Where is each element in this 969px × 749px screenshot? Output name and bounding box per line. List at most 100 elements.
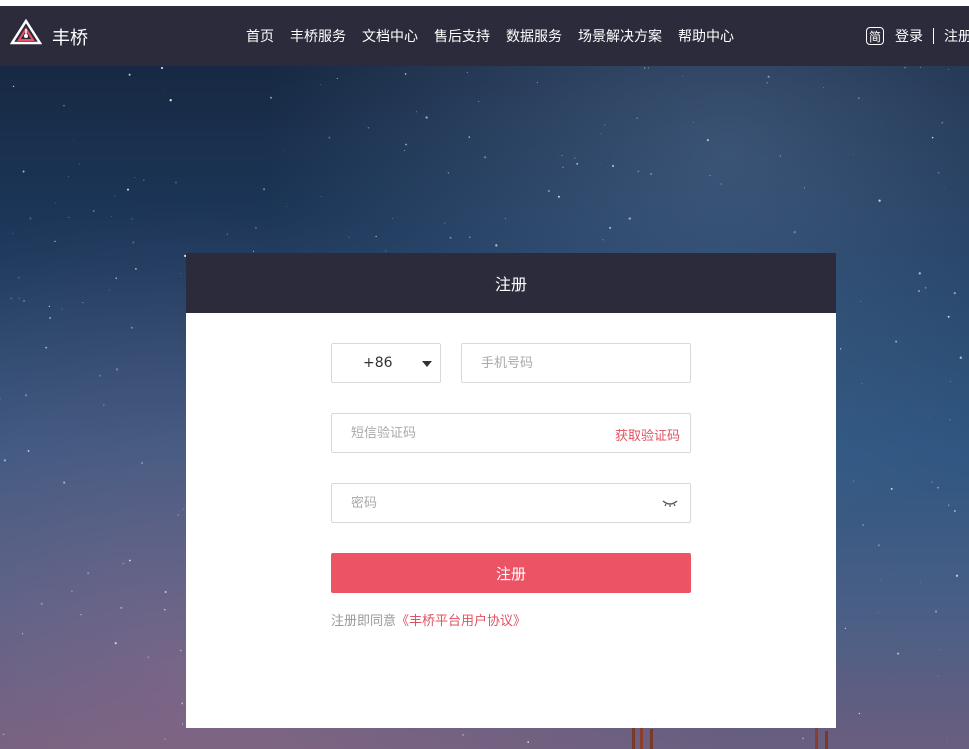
star <box>857 97 860 100</box>
nav-item-home[interactable]: 首页 <box>246 26 274 46</box>
star <box>252 250 255 252</box>
star <box>21 633 24 635</box>
star <box>115 277 117 279</box>
star <box>87 572 90 575</box>
star <box>54 240 56 243</box>
phone-row: +86 <box>331 343 691 383</box>
nav-item-data-services[interactable]: 数据服务 <box>506 26 562 46</box>
star <box>904 66 906 69</box>
star <box>49 317 51 319</box>
star <box>947 315 950 318</box>
star <box>636 117 638 120</box>
star <box>92 209 95 213</box>
star <box>328 136 331 139</box>
star <box>822 86 824 88</box>
star <box>160 66 164 70</box>
nav-item-help[interactable]: 帮助中心 <box>678 26 734 46</box>
star <box>853 480 855 482</box>
star <box>270 96 272 99</box>
login-link[interactable]: 登录 <box>895 26 923 46</box>
star <box>604 124 606 126</box>
star <box>931 136 934 139</box>
brand-name[interactable]: 丰桥 <box>52 24 88 50</box>
star <box>650 173 652 175</box>
star <box>918 272 921 275</box>
star <box>143 179 145 181</box>
star <box>860 300 862 302</box>
star <box>24 394 28 397</box>
star <box>720 183 723 185</box>
star <box>600 133 601 135</box>
star <box>17 276 20 279</box>
star <box>115 368 119 371</box>
star <box>45 346 48 349</box>
star <box>108 289 110 291</box>
star <box>950 381 952 382</box>
nav-item-support[interactable]: 售后支持 <box>434 26 490 46</box>
star <box>180 273 181 275</box>
phone-input[interactable] <box>462 344 690 382</box>
country-code-select[interactable]: +86 <box>331 343 441 383</box>
star <box>484 156 487 159</box>
star <box>536 81 538 84</box>
star <box>284 747 286 749</box>
sms-row: 获取验证码 <box>331 413 691 453</box>
star <box>174 181 177 184</box>
star <box>929 417 931 418</box>
star <box>599 163 601 164</box>
star <box>3 459 6 462</box>
register-submit-button[interactable]: 注册 <box>331 553 691 593</box>
star <box>134 177 136 179</box>
star <box>82 302 84 303</box>
star <box>416 111 417 113</box>
nav-item-solutions[interactable]: 场景解决方案 <box>578 26 662 46</box>
agreement-link[interactable]: 《丰桥平台用户协议》 <box>396 614 526 629</box>
nav-item-services[interactable]: 丰桥服务 <box>290 26 346 46</box>
star <box>99 374 101 377</box>
star <box>63 105 65 107</box>
star <box>55 202 56 204</box>
star <box>682 75 684 77</box>
star <box>877 544 880 547</box>
star <box>924 287 927 289</box>
star <box>68 217 70 218</box>
account-area: 简 登录 注册 <box>866 6 969 66</box>
password-input[interactable] <box>332 484 690 522</box>
star <box>949 419 951 421</box>
star <box>321 196 322 198</box>
star <box>78 163 80 165</box>
star <box>48 305 51 307</box>
password-row <box>331 483 691 523</box>
star <box>793 231 796 234</box>
star <box>18 297 20 299</box>
star <box>709 174 711 176</box>
star <box>576 162 579 165</box>
star <box>183 508 185 510</box>
star <box>391 217 394 220</box>
star <box>858 712 861 715</box>
star <box>114 195 116 197</box>
star <box>803 187 806 189</box>
divider <box>933 28 934 44</box>
register-link[interactable]: 注册 <box>944 26 969 46</box>
star <box>692 122 694 124</box>
get-code-button[interactable]: 获取验证码 <box>615 425 680 444</box>
country-code-value: +86 <box>363 355 393 371</box>
language-icon[interactable]: 简 <box>866 27 884 45</box>
star <box>937 487 939 489</box>
star <box>934 610 938 613</box>
eye-closed-icon[interactable] <box>661 496 679 510</box>
triangle-logo-icon[interactable] <box>10 19 42 51</box>
star <box>132 241 135 244</box>
star <box>878 199 881 202</box>
main-nav: 首页 丰桥服务 文档中心 售后支持 数据服务 场景解决方案 帮助中心 <box>238 6 742 66</box>
star <box>74 667 76 669</box>
star <box>948 69 950 70</box>
star <box>169 99 172 102</box>
star <box>22 170 25 173</box>
star <box>920 582 922 583</box>
panel-title: 注册 <box>186 253 836 313</box>
star <box>880 580 882 581</box>
star <box>444 222 446 224</box>
nav-item-docs[interactable]: 文档中心 <box>362 26 418 46</box>
